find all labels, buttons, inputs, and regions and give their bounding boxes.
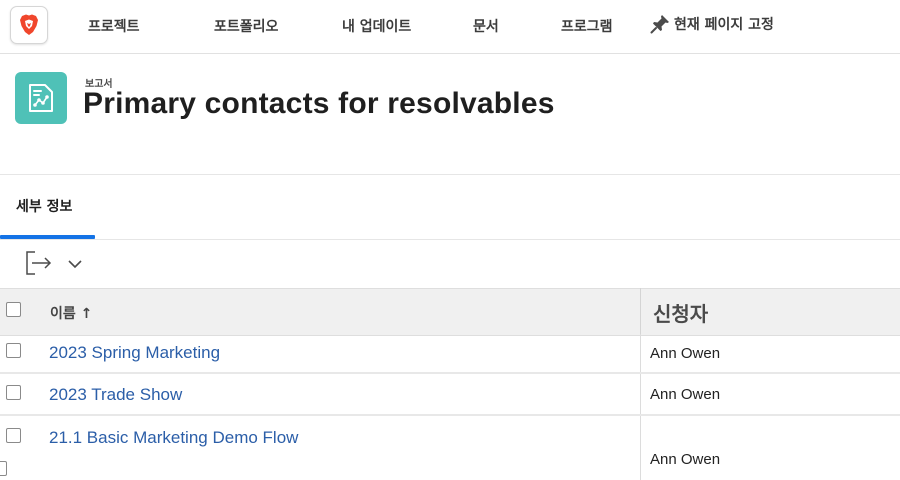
row-requestor: Ann Owen: [650, 451, 721, 468]
export-options-dropdown[interactable]: [66, 256, 84, 272]
row-name-link[interactable]: 2023 Spring Marketing: [49, 343, 220, 363]
table-header: [0, 288, 900, 336]
pushpin-icon: [650, 15, 669, 34]
column-divider: [640, 334, 641, 480]
row-requestor: Ann Owen: [650, 345, 721, 362]
row-divider: [0, 414, 900, 416]
nav-item-portfolios[interactable]: 포트폴리오: [214, 16, 278, 36]
export-button[interactable]: [24, 250, 54, 276]
divider: [0, 174, 900, 175]
row-checkbox[interactable]: [6, 343, 21, 358]
nav-item-projects[interactable]: 프로젝트: [88, 16, 140, 36]
pin-page-label: 현재 페이지 고정: [674, 17, 774, 33]
row-name-link[interactable]: 2023 Trade Show: [49, 385, 182, 405]
pin-page-button[interactable]: 현재 페이지 고정: [650, 14, 774, 34]
row-divider: [0, 372, 900, 374]
nav-item-documents[interactable]: 문서: [473, 16, 499, 36]
tab-details[interactable]: 세부 정보: [16, 196, 72, 216]
nav-item-my-updates[interactable]: 내 업데이트: [342, 16, 411, 36]
column-header-name[interactable]: 이름 ↑: [50, 303, 92, 323]
row-requestor: Ann Owen: [650, 386, 721, 403]
select-all-checkbox[interactable]: [6, 302, 21, 317]
row-checkbox[interactable]: [6, 428, 21, 443]
row-name-link[interactable]: 21.1 Basic Marketing Demo Flow: [49, 428, 298, 448]
divider: [0, 239, 900, 240]
chevron-down-icon: [68, 260, 82, 269]
report-icon: [15, 72, 67, 124]
column-divider: [640, 288, 641, 334]
row-checkbox[interactable]: [6, 385, 21, 400]
nav-item-programs[interactable]: 프로그램: [561, 16, 613, 36]
lion-logo-icon[interactable]: [10, 6, 48, 44]
export-icon: [26, 251, 52, 275]
page-title: Primary contacts for resolvables: [83, 87, 555, 120]
top-navigation: 프로젝트 포트폴리오 내 업데이트 문서 프로그램 현재 페이지 고정: [0, 0, 900, 54]
row-checkbox[interactable]: [0, 461, 7, 476]
column-header-requestor[interactable]: 신청자: [653, 298, 708, 327]
